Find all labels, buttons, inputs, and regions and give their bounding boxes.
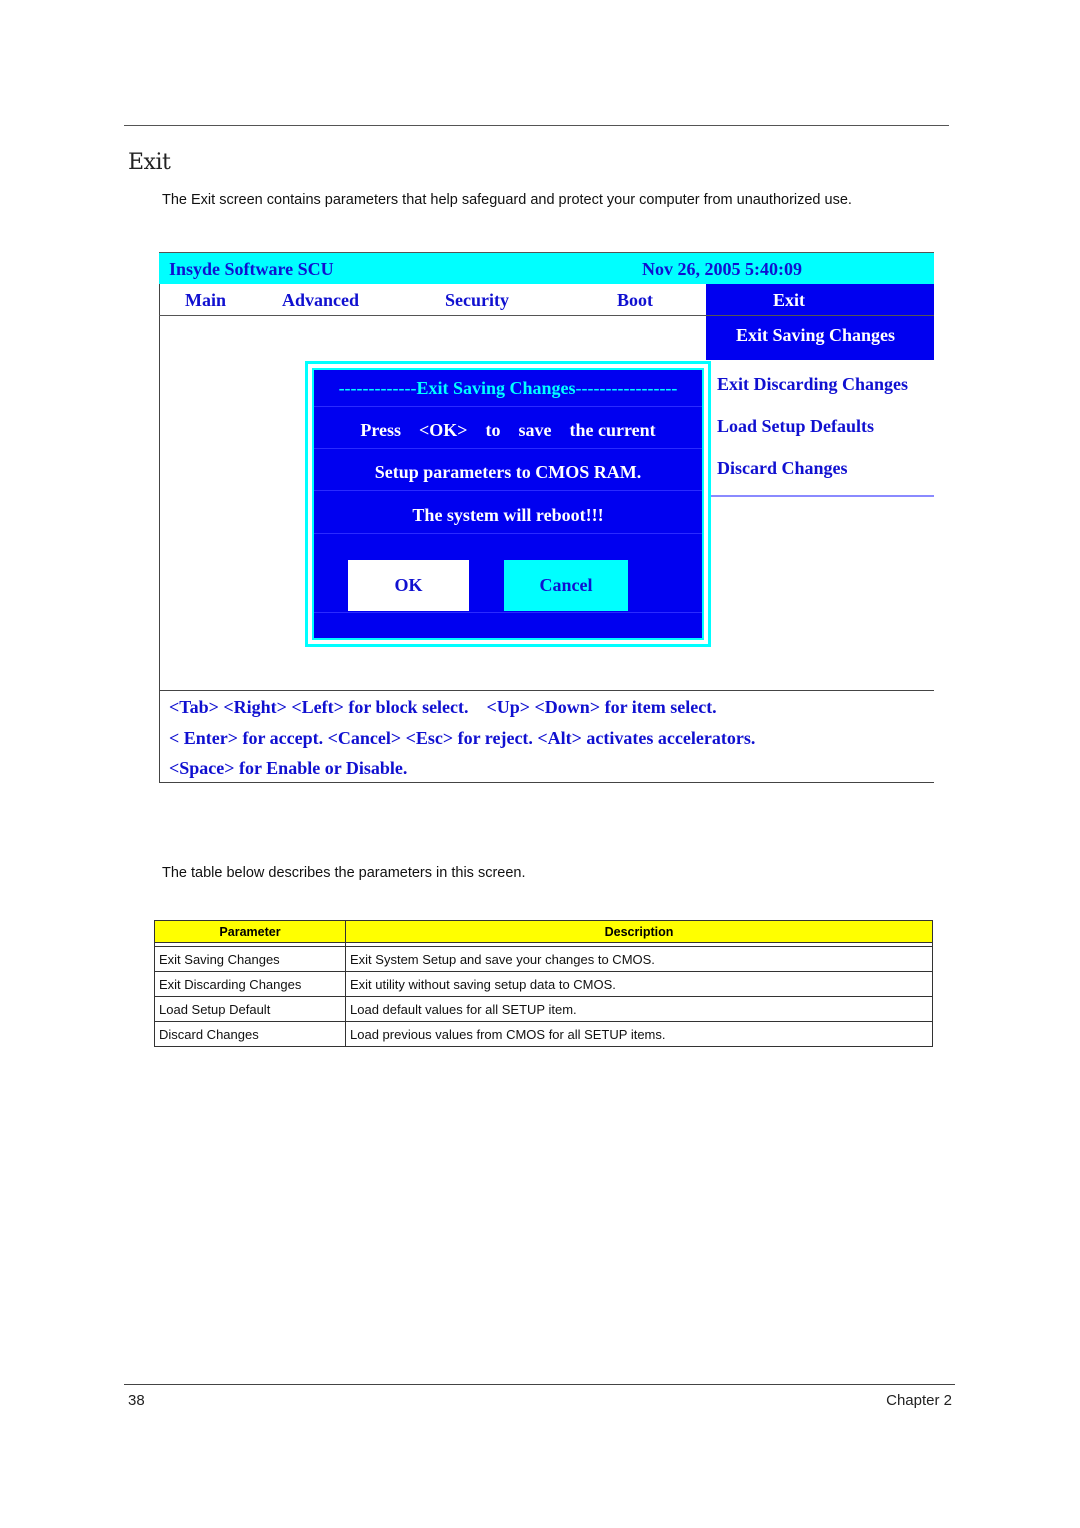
bios-menubar: Main Advanced Security Boot Exit xyxy=(159,284,934,316)
parameter-table: Parameter Description Exit Saving Change… xyxy=(154,920,933,1047)
confirm-dialog: -------------Exit Saving Changes--------… xyxy=(305,361,711,647)
top-rule xyxy=(124,125,949,126)
description-cell: Load default values for all SETUP item. xyxy=(345,996,933,1022)
load-setup-defaults-item[interactable]: Load Setup Defaults xyxy=(717,416,874,437)
help-line-1: <Tab> <Right> <Left> for block select. <… xyxy=(169,697,717,717)
help-divider xyxy=(159,690,934,691)
table-row: Exit Saving Changes Exit System Setup and… xyxy=(154,946,933,972)
dialog-body: -------------Exit Saving Changes--------… xyxy=(312,368,704,640)
help-bottom-rule xyxy=(159,782,934,783)
column-header-parameter: Parameter xyxy=(154,920,346,943)
table-caption: The table below describes the parameters… xyxy=(162,865,526,881)
description-cell: Load previous values from CMOS for all S… xyxy=(345,1021,933,1047)
column-header-description: Description xyxy=(345,920,933,943)
table-row: Discard Changes Load previous values from… xyxy=(154,1021,933,1047)
menu-exit-label: Exit xyxy=(773,290,806,310)
intro-paragraph: The Exit screen contains parameters that… xyxy=(162,192,852,208)
exit-saving-changes-item[interactable]: Exit Saving Changes xyxy=(706,316,934,360)
exit-discarding-changes-item[interactable]: Exit Discarding Changes xyxy=(717,374,908,395)
parameter-cell: Load Setup Default xyxy=(154,996,346,1022)
dialog-warning: The system will reboot!!! xyxy=(412,505,604,525)
dialog-separator xyxy=(314,490,702,491)
dialog-separator xyxy=(314,448,702,449)
dialog-title: -------------Exit Saving Changes--------… xyxy=(338,378,678,398)
table-row: Load Setup Default Load default values fo… xyxy=(154,996,933,1022)
cancel-button[interactable]: Cancel xyxy=(504,560,628,611)
parameter-cell: Exit Discarding Changes xyxy=(154,971,346,997)
ok-button[interactable]: OK xyxy=(348,560,469,611)
bios-title: Insyde Software SCU xyxy=(169,259,334,279)
menu-boot[interactable]: Boot xyxy=(617,290,653,311)
discard-changes-item[interactable]: Discard Changes xyxy=(717,458,848,479)
parameter-cell: Discard Changes xyxy=(154,1021,346,1047)
menu-main[interactable]: Main xyxy=(185,290,226,311)
footer-rule xyxy=(124,1384,955,1385)
help-line-3: <Space> for Enable or Disable. xyxy=(169,758,408,778)
item-list-divider xyxy=(709,495,934,497)
description-cell: Exit System Setup and save your changes … xyxy=(345,946,933,972)
help-line-2: < Enter> for accept. <Cancel> <Esc> for … xyxy=(169,728,756,748)
page-number: 38 xyxy=(128,1392,145,1409)
section-title: Exit xyxy=(128,150,171,175)
bios-datetime: Nov 26, 2005 5:40:09 xyxy=(642,259,802,279)
description-cell: Exit utility without saving setup data t… xyxy=(345,971,933,997)
menu-security[interactable]: Security xyxy=(445,290,509,311)
dialog-separator xyxy=(314,533,702,534)
menu-advanced[interactable]: Advanced xyxy=(282,290,359,311)
dialog-separator xyxy=(314,406,702,407)
bios-header: Insyde Software SCU Nov 26, 2005 5:40:09 xyxy=(159,252,934,284)
exit-saving-changes-label: Exit Saving Changes xyxy=(736,325,896,345)
dialog-message-line2: Setup parameters to CMOS RAM. xyxy=(374,462,642,482)
dialog-message-line1: Press <OK> to save the current xyxy=(360,420,656,440)
table-row: Exit Discarding Changes Exit utility with… xyxy=(154,971,933,997)
parameter-cell: Exit Saving Changes xyxy=(154,946,346,972)
menu-exit[interactable]: Exit xyxy=(706,284,934,315)
bios-frame xyxy=(159,252,160,783)
bios-screen: Insyde Software SCU Nov 26, 2005 5:40:09… xyxy=(159,252,934,783)
chapter-label: Chapter 2 xyxy=(886,1392,952,1409)
dialog-separator xyxy=(314,612,702,613)
